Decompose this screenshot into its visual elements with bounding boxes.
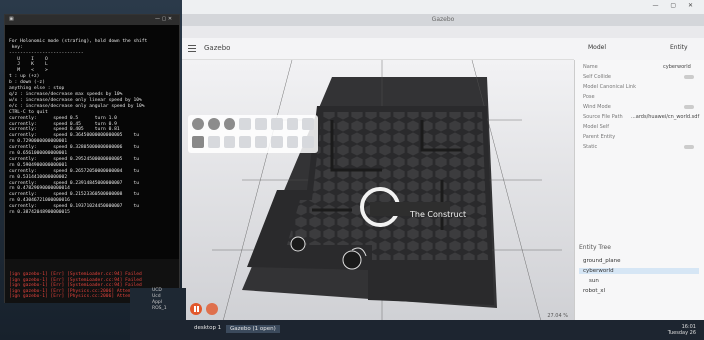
pause-button[interactable]	[190, 303, 202, 315]
snap-tool-icon[interactable]	[239, 136, 251, 148]
prop-label: Source File Path	[583, 114, 623, 120]
prop-label: Model Canonical Link	[583, 84, 636, 90]
tree-item[interactable]: robot_xl	[583, 288, 605, 294]
wind-mode-toggle[interactable]	[684, 105, 694, 109]
screenshot-icon[interactable]	[302, 136, 314, 148]
align-tool-icon[interactable]	[255, 136, 267, 148]
gazebo-window-title: Gazebo	[182, 14, 704, 26]
robot-marker[interactable]	[342, 250, 362, 270]
gazebo-window: Gazebo Gazebo The Construct 27.04 % Mode…	[182, 14, 704, 325]
terminal-output: For Holonomic mode (strafing), hold down…	[9, 38, 148, 216]
tree-item[interactable]: sun	[589, 278, 599, 284]
taskbar: desktop 1 Gazebo (1 open) 16:01 Tuesday …	[130, 320, 704, 340]
copy-icon[interactable]	[270, 136, 283, 148]
scene-toolbar	[188, 115, 318, 153]
ellipsoid-shape-icon[interactable]	[255, 118, 267, 130]
clock: 16:01 Tuesday 26	[667, 324, 696, 336]
sphere-shape-icon[interactable]	[207, 118, 220, 130]
point-light-icon[interactable]	[270, 118, 283, 130]
component-inspector: Name cyberworld Self Collide Model Canon…	[574, 60, 704, 325]
prop-label: Model Self	[583, 124, 610, 130]
terminal-icon: ▣	[9, 16, 14, 22]
prop-label[interactable]: Pose	[583, 94, 595, 100]
box-shape-icon[interactable]	[192, 118, 204, 130]
prop-label: Name	[583, 64, 598, 70]
paste-icon[interactable]	[286, 136, 299, 148]
translate-tool-icon[interactable]	[207, 136, 220, 148]
outer-window-bar: — ▢ ✕	[182, 0, 704, 14]
robot-marker[interactable]	[290, 236, 306, 252]
tree-item[interactable]: ground_plane	[583, 258, 620, 264]
window-controls[interactable]: — ▢ ✕	[155, 16, 172, 22]
spot-light-icon[interactable]	[302, 118, 314, 130]
construct-logo-text: The Construct	[409, 210, 466, 219]
window-controls[interactable]: — ▢ ✕	[652, 2, 698, 9]
select-tool-icon[interactable]	[192, 136, 204, 148]
app-name: Gazebo	[204, 44, 231, 52]
taskbar-desktop[interactable]: desktop 1	[194, 325, 221, 331]
prop-label: Wind Mode	[583, 104, 611, 110]
prop-label: Self Collide	[583, 74, 611, 80]
entity-tree-title: Entity Tree	[579, 244, 611, 251]
cylinder-shape-icon[interactable]	[223, 118, 236, 130]
tab-model[interactable]: Model	[588, 44, 606, 51]
menu-icon[interactable]	[188, 45, 196, 52]
scene-render: The Construct	[212, 60, 562, 325]
taskbar-gazebo[interactable]: Gazebo (1 open)	[226, 325, 280, 333]
terminal-titlebar: ▣ — ▢ ✕	[5, 15, 179, 25]
tree-item-selected[interactable]: cyberworld	[579, 268, 699, 274]
gazebo-app-bar: Gazebo	[182, 38, 574, 60]
directional-light-icon[interactable]	[286, 118, 299, 130]
step-button[interactable]	[206, 303, 218, 315]
panel-tabs: Model Entity	[574, 38, 704, 60]
prop-value: cyberworld	[663, 64, 691, 70]
side-dock: UCD Ucd Appl ROS_1	[130, 288, 186, 320]
self-collide-toggle[interactable]	[684, 75, 694, 79]
prop-label: Static	[583, 144, 598, 150]
prop-value: ...ards/huawei/cn_world.sdf	[631, 114, 700, 120]
prop-label: Parent Entity	[583, 134, 616, 140]
terminal-window[interactable]: ▣ — ▢ ✕ For Holonomic mode (strafing), h…	[4, 14, 180, 303]
capsule-shape-icon[interactable]	[239, 118, 251, 130]
tab-entity[interactable]: Entity	[670, 44, 688, 51]
3d-scene-viewport[interactable]: The Construct 27.04 %	[182, 60, 574, 325]
static-toggle[interactable]	[684, 145, 694, 149]
rotate-tool-icon[interactable]	[223, 136, 236, 148]
zoom-level: 27.04 %	[547, 313, 568, 319]
dock-item[interactable]: ROS_1	[130, 306, 186, 312]
